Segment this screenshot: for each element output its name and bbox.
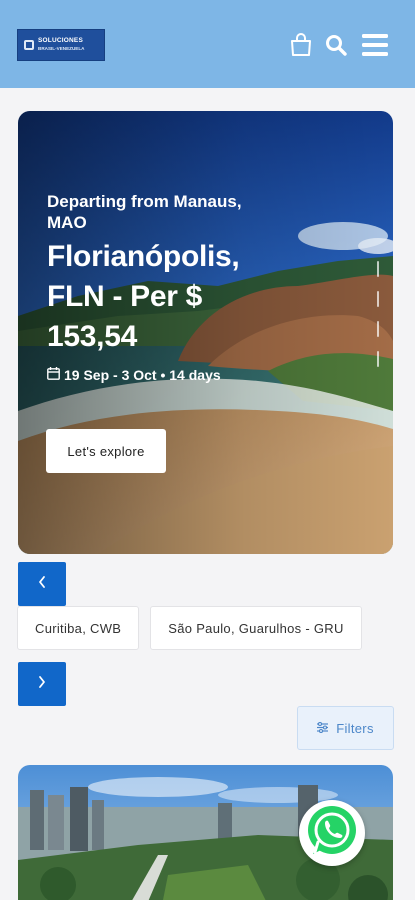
lets-explore-button[interactable]: Let's explore xyxy=(46,429,166,473)
logo-line2: BRASIL-VENEZUELA xyxy=(38,45,85,51)
logo-line1: SOLUCIONES xyxy=(38,37,83,45)
brand-logo[interactable]: SOLUCIONES BRASIL-VENEZUELA xyxy=(17,29,105,61)
chevron-right-icon xyxy=(37,675,47,694)
trip-dates: 19 Sep - 3 Oct • 14 days xyxy=(47,367,277,383)
carousel-indicator[interactable] xyxy=(377,261,379,277)
destination-price-title: Florianópolis, FLN - Per $ 153,54 xyxy=(47,240,240,353)
destination-chip[interactable]: Curitiba, CWB xyxy=(17,606,140,650)
chevron-left-icon xyxy=(37,575,47,594)
carousel-indicator[interactable] xyxy=(377,351,379,367)
whatsapp-icon xyxy=(303,802,361,865)
carousel-indicator[interactable] xyxy=(377,291,379,307)
carousel-indicators xyxy=(377,261,381,381)
carousel-next-button[interactable] xyxy=(18,662,66,706)
destination-chips: Curitiba, CWB São Paulo, Guarulhos - GRU xyxy=(17,606,363,650)
logo-mark-icon xyxy=(24,40,34,50)
top-header: SOLUCIONES BRASIL-VENEZUELA xyxy=(0,0,415,88)
filter-icon xyxy=(317,721,329,736)
carousel-prev-button[interactable] xyxy=(18,562,66,606)
calendar-icon xyxy=(47,367,60,383)
logo-text: SOLUCIONES BRASIL-VENEZUELA xyxy=(38,38,84,51)
trip-dates-text: 19 Sep - 3 Oct • 14 days xyxy=(64,367,221,383)
hero-content: Departing from Manaus, MAO Florianópolis… xyxy=(47,191,277,383)
hero-destination-card[interactable]: Departing from Manaus, MAO Florianópolis… xyxy=(18,111,393,554)
search-icon[interactable] xyxy=(323,32,349,58)
departure-text: Departing from Manaus, MAO xyxy=(47,192,242,232)
shopping-bag-icon[interactable] xyxy=(288,32,314,58)
filters-button[interactable]: Filters xyxy=(297,706,394,750)
carousel-indicator[interactable] xyxy=(377,321,379,337)
filters-label: Filters xyxy=(336,720,374,736)
destination-chip[interactable]: São Paulo, Guarulhos - GRU xyxy=(150,606,362,650)
hamburger-menu-icon[interactable] xyxy=(361,32,389,58)
whatsapp-button[interactable] xyxy=(299,800,365,866)
